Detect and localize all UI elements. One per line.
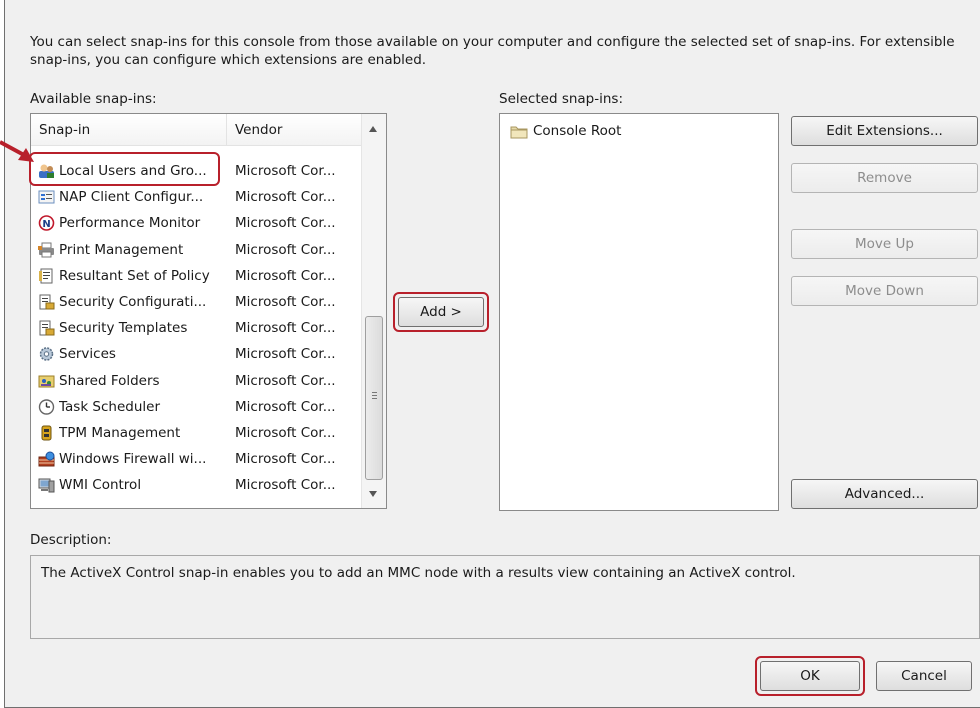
snapin-name: Print Management (59, 241, 184, 258)
snapin-row[interactable]: N Performance Monitor Microsoft Cor... (31, 210, 363, 236)
snapin-name: Security Templates (59, 320, 188, 337)
column-header-snapin[interactable]: Snap-in (31, 114, 227, 146)
shared-folders-icon (38, 375, 55, 387)
nap-client-icon (38, 190, 55, 204)
snapin-row[interactable]: Print Management Microsoft Cor... (31, 237, 363, 263)
scroll-up-arrow-icon[interactable] (369, 126, 377, 132)
snapin-vendor: Microsoft Cor... (235, 267, 336, 284)
advanced-button[interactable]: Advanced... (791, 479, 978, 509)
remove-button[interactable]: Remove (791, 163, 978, 193)
snapin-name: Security Configurati... (59, 293, 207, 310)
snapin-vendor: Microsoft Cor... (235, 320, 336, 337)
description-label: Description: (30, 532, 112, 548)
users-icon (39, 164, 54, 178)
snapin-row[interactable]: NAP Client Configur... Microsoft Cor... (31, 184, 363, 210)
edit-extensions-button[interactable]: Edit Extensions... (791, 116, 978, 146)
snapin-vendor: Microsoft Cor... (235, 163, 336, 179)
thumb-grip (372, 395, 377, 396)
snapin-vendor: Microsoft Cor... (235, 346, 336, 363)
snapin-vendor: Microsoft Cor... (235, 424, 336, 441)
cancel-button[interactable]: Cancel (876, 661, 972, 691)
ok-button[interactable]: OK (760, 661, 860, 691)
snapin-row[interactable]: Local Users and Gro... Microsoft Cor... (31, 158, 363, 184)
snapin-row[interactable]: Task Scheduler Microsoft Cor... (31, 394, 363, 420)
snapin-name: Services (59, 346, 116, 363)
snapin-vendor: Microsoft Cor... (235, 189, 336, 206)
snapin-row[interactable]: Services Microsoft Cor... (31, 341, 363, 367)
snapin-vendor: Microsoft Cor... (235, 215, 336, 232)
snapin-name: Task Scheduler (59, 398, 161, 415)
thumb-grip (372, 392, 377, 393)
snapin-vendor: Microsoft Cor... (235, 293, 336, 310)
firewall-icon (38, 451, 55, 467)
snapin-row[interactable]: Resultant Set of Policy Microsoft Cor... (31, 263, 363, 289)
selected-snapins-list[interactable]: Console Root (499, 113, 779, 511)
performance-monitor-icon: N (38, 215, 55, 232)
snapin-vendor: Microsoft Cor... (235, 241, 336, 258)
selected-item-label: Console Root (533, 123, 622, 139)
svg-text:N: N (42, 219, 50, 230)
available-snapins-list[interactable]: Snap-in Vendor Local Users and Gro... Mic… (30, 113, 387, 509)
scrollbar-thumb[interactable] (365, 316, 383, 480)
snapin-vendor: Microsoft Cor... (235, 398, 336, 415)
snapin-row[interactable]: Security Configurati... Microsoft Cor... (31, 289, 363, 315)
snapin-name: Shared Folders (59, 372, 160, 389)
snapin-row[interactable]: Shared Folders Microsoft Cor... (31, 368, 363, 394)
move-up-button[interactable]: Move Up (791, 229, 978, 259)
security-config-icon (39, 294, 55, 310)
column-header-vendor[interactable]: Vendor (227, 114, 361, 146)
intro-text: You can select snap-ins for this console… (30, 34, 955, 68)
scroll-down-arrow-icon[interactable] (369, 491, 377, 497)
snapin-name: Performance Monitor (59, 215, 201, 232)
wmi-computer-icon (38, 478, 55, 493)
printer-icon (38, 242, 54, 258)
snapin-rows: Local Users and Gro... Microsoft Cor... NA… (31, 158, 363, 498)
snapin-name: WMI Control (59, 477, 142, 494)
annotation-arrow-icon (0, 140, 34, 162)
snapin-vendor: Microsoft Cor... (235, 372, 336, 389)
description-box: The ActiveX Control snap-in enables you … (30, 555, 980, 639)
selected-snapins-label: Selected snap-ins: (499, 91, 624, 107)
policy-document-icon (39, 268, 53, 284)
folder-icon (510, 126, 528, 139)
snapin-name: Local Users and Gro... (59, 163, 207, 179)
thumb-grip (372, 398, 377, 399)
description-text: The ActiveX Control snap-in enables you … (41, 565, 796, 581)
clock-icon (38, 398, 55, 415)
snapin-name: TPM Management (59, 424, 181, 441)
services-gear-icon (39, 347, 54, 362)
add-button[interactable]: Add > (398, 297, 484, 327)
snapin-name: Resultant Set of Policy (59, 267, 210, 284)
security-templates-icon (39, 320, 55, 336)
vertical-scrollbar[interactable] (361, 114, 386, 508)
snapin-row[interactable]: TPM Management Microsoft Cor... (31, 420, 363, 446)
snapin-vendor: Microsoft Cor... (235, 451, 336, 468)
snapin-vendor: Microsoft Cor... (235, 477, 336, 494)
snapin-row[interactable]: Windows Firewall wi... Microsoft Cor... (31, 446, 363, 472)
snapin-name: Windows Firewall wi... (59, 451, 207, 468)
move-down-button[interactable]: Move Down (791, 276, 978, 306)
tpm-chip-icon (41, 425, 52, 441)
snapin-row[interactable]: WMI Control Microsoft Cor... (31, 472, 363, 498)
snapin-name: NAP Client Configur... (59, 189, 204, 206)
available-snapins-label: Available snap-ins: (30, 91, 157, 107)
snapin-row[interactable]: Security Templates Microsoft Cor... (31, 315, 363, 341)
